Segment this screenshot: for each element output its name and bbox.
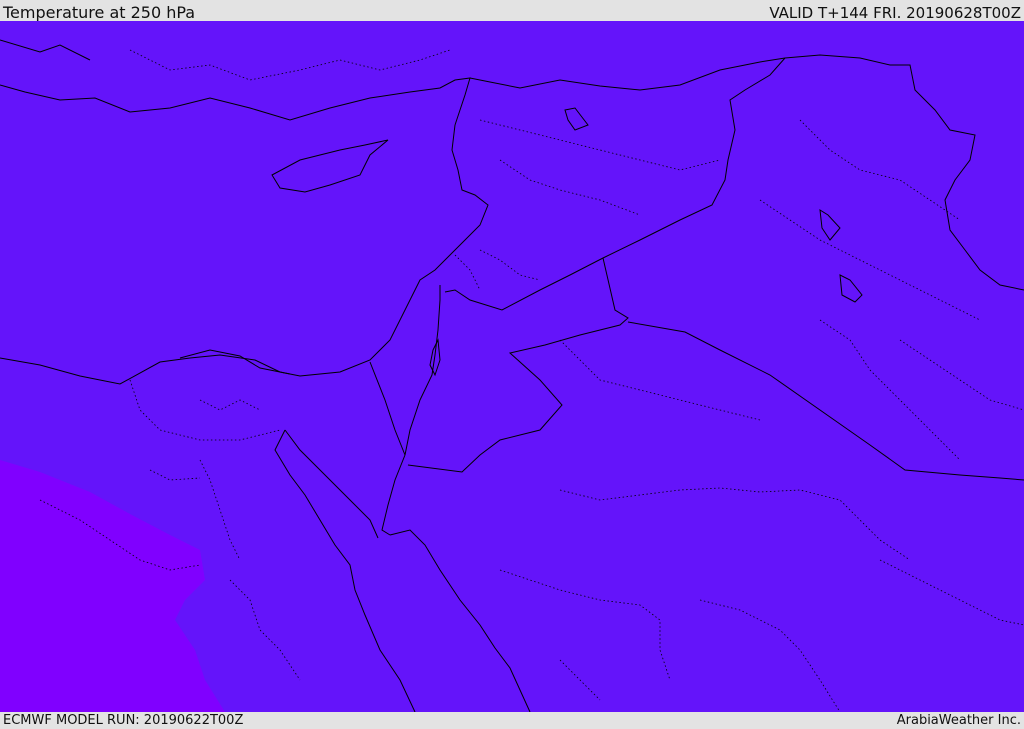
- map-title: Temperature at 250 hPa: [3, 3, 196, 22]
- footer-bar: ECMWF MODEL RUN: 20190622T00Z ArabiaWeat…: [0, 712, 1024, 729]
- header-bar: Temperature at 250 hPa VALID T+144 FRI. …: [0, 0, 1024, 22]
- model-run-label: ECMWF MODEL RUN: 20190622T00Z: [3, 713, 244, 728]
- weather-map: [0, 21, 1024, 712]
- valid-time-label: VALID T+144 FRI. 20190628T00Z: [769, 4, 1021, 22]
- credit-label: ArabiaWeather Inc.: [896, 713, 1021, 728]
- map-svg: [0, 21, 1024, 712]
